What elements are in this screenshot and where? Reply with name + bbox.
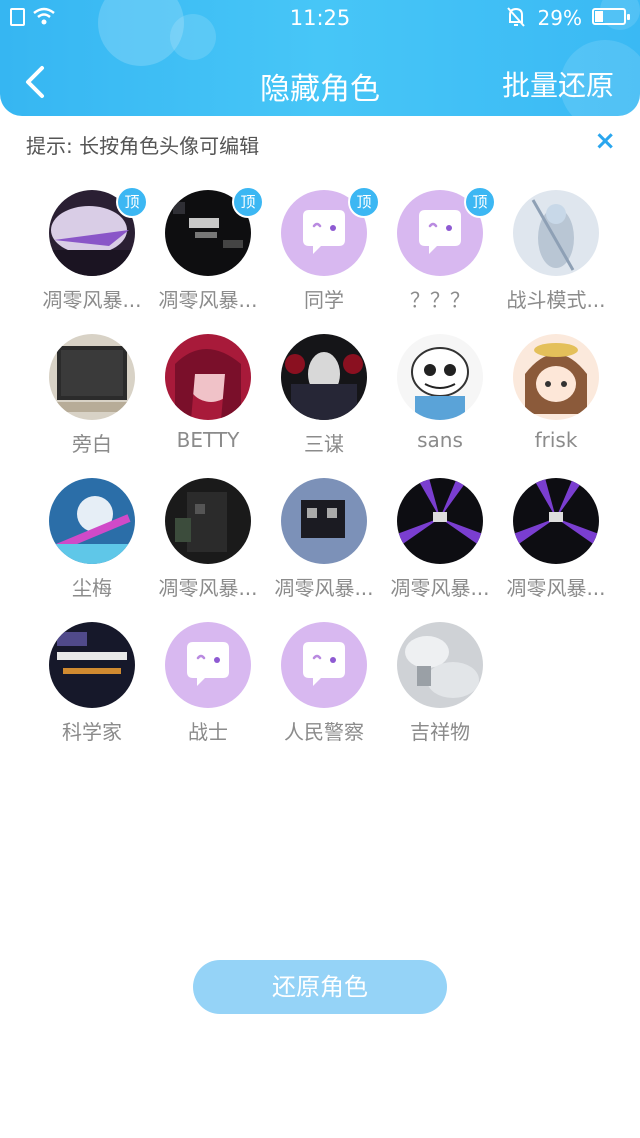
character-name: 凋零风暴...	[158, 576, 258, 600]
character-item[interactable]: 吉祥物	[382, 620, 498, 744]
character-item[interactable]: 旁白	[34, 332, 150, 456]
character-item[interactable]: 顶凋零风暴...	[34, 186, 150, 312]
character-avatar[interactable]	[513, 334, 599, 420]
battery-percent: 29%	[537, 6, 582, 30]
character-name: ？？？	[410, 288, 470, 312]
character-avatar[interactable]	[49, 478, 135, 564]
close-icon[interactable]: ×	[594, 128, 616, 154]
restore-character-button[interactable]: 还原角色	[193, 960, 447, 1014]
character-item[interactable]: frisk	[498, 332, 614, 452]
character-name: 凋零风暴...	[42, 288, 142, 312]
character-item[interactable]: 凋零风暴...	[266, 476, 382, 600]
pinned-top-badge: 顶	[232, 186, 264, 218]
character-name: frisk	[534, 428, 578, 452]
character-name: sans	[417, 428, 463, 452]
character-name: 凋零风暴...	[274, 576, 374, 600]
character-grid: 顶凋零风暴... 顶凋零风暴... 顶同学顶？？？ 战斗模式... 旁白 BETTY 三谋 s…	[34, 186, 614, 744]
pinned-top-badge: 顶	[116, 186, 148, 218]
character-name: 凋零风暴...	[390, 576, 490, 600]
character-avatar[interactable]	[49, 622, 135, 708]
tip-text: 提示: 长按角色头像可编辑	[26, 134, 260, 158]
default-avatar-icon[interactable]	[165, 622, 251, 708]
character-name: BETTY	[176, 428, 240, 452]
character-item[interactable]: 凋零风暴...	[498, 476, 614, 600]
character-avatar[interactable]	[397, 478, 483, 564]
character-name: 人民警察	[284, 720, 364, 744]
character-item[interactable]: 战士	[150, 620, 266, 744]
character-item[interactable]: 科学家	[34, 620, 150, 744]
character-item[interactable]: 人民警察	[266, 620, 382, 744]
character-item[interactable]: 三谋	[266, 332, 382, 456]
character-avatar[interactable]	[281, 478, 367, 564]
character-item[interactable]: 战斗模式...	[498, 188, 614, 312]
pinned-top-badge: 顶	[348, 186, 380, 218]
pinned-top-badge: 顶	[464, 186, 496, 218]
mute-bell-icon	[507, 7, 525, 27]
status-bar: 11:25 29%	[0, 0, 640, 34]
character-item[interactable]: 凋零风暴...	[150, 476, 266, 600]
character-avatar[interactable]	[513, 478, 599, 564]
character-name: 战士	[188, 720, 228, 744]
character-item[interactable]: 顶凋零风暴...	[150, 186, 266, 312]
character-name: 三谋	[304, 432, 344, 456]
character-avatar[interactable]	[281, 334, 367, 420]
character-item[interactable]: 尘梅	[34, 476, 150, 600]
character-name: 尘梅	[72, 576, 112, 600]
character-name: 战斗模式...	[506, 288, 606, 312]
character-name: 科学家	[62, 720, 122, 744]
header-bar: 11:25 29% 隐藏角色 批量还原	[0, 0, 640, 116]
character-item[interactable]: 顶同学	[266, 186, 382, 312]
battery-fill	[595, 11, 604, 22]
character-item[interactable]: 顶 ？？？	[382, 186, 498, 312]
character-avatar[interactable]	[513, 190, 599, 276]
character-name: 凋零风暴...	[158, 288, 258, 312]
character-item[interactable]: BETTY	[150, 332, 266, 452]
character-name: 同学	[304, 288, 344, 312]
character-avatar[interactable]	[49, 334, 135, 420]
character-avatar[interactable]	[397, 622, 483, 708]
character-name: 旁白	[72, 432, 112, 456]
character-avatar[interactable]	[397, 334, 483, 420]
batch-restore-button[interactable]: 批量还原	[502, 64, 614, 104]
character-name: 凋零风暴...	[506, 576, 606, 600]
character-avatar[interactable]	[165, 334, 251, 420]
character-avatar[interactable]	[165, 478, 251, 564]
character-item[interactable]: sans	[382, 332, 498, 452]
battery-icon	[592, 8, 630, 25]
character-name: 吉祥物	[410, 720, 470, 744]
character-item[interactable]: 凋零风暴...	[382, 476, 498, 600]
default-avatar-icon[interactable]	[281, 622, 367, 708]
